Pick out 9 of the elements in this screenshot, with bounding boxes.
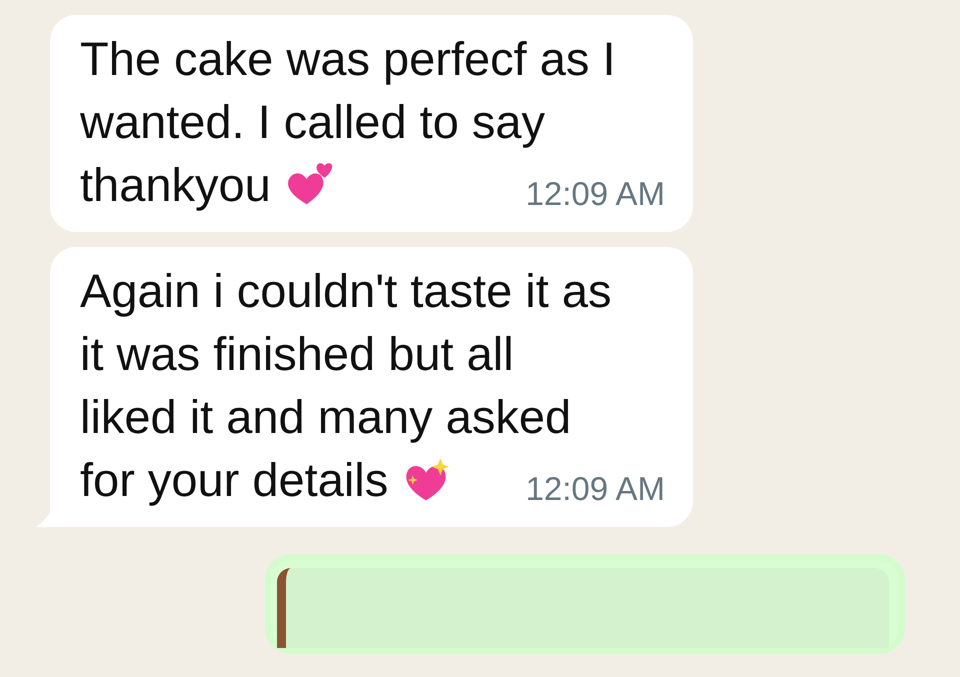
message-text: for your details: [80, 452, 388, 508]
message-time: 12:09 AM: [526, 469, 665, 509]
message-text: liked it and many asked: [80, 390, 572, 443]
message-text: The cake was perfecf as I: [80, 32, 616, 85]
message-text: it was finished but all: [80, 327, 514, 380]
message-time: 12:09 AM: [526, 174, 665, 214]
message-text: thankyou: [80, 157, 271, 213]
message-text: Again i couldn't taste it as: [80, 264, 612, 317]
message-text: wanted. I called to say: [80, 95, 546, 148]
